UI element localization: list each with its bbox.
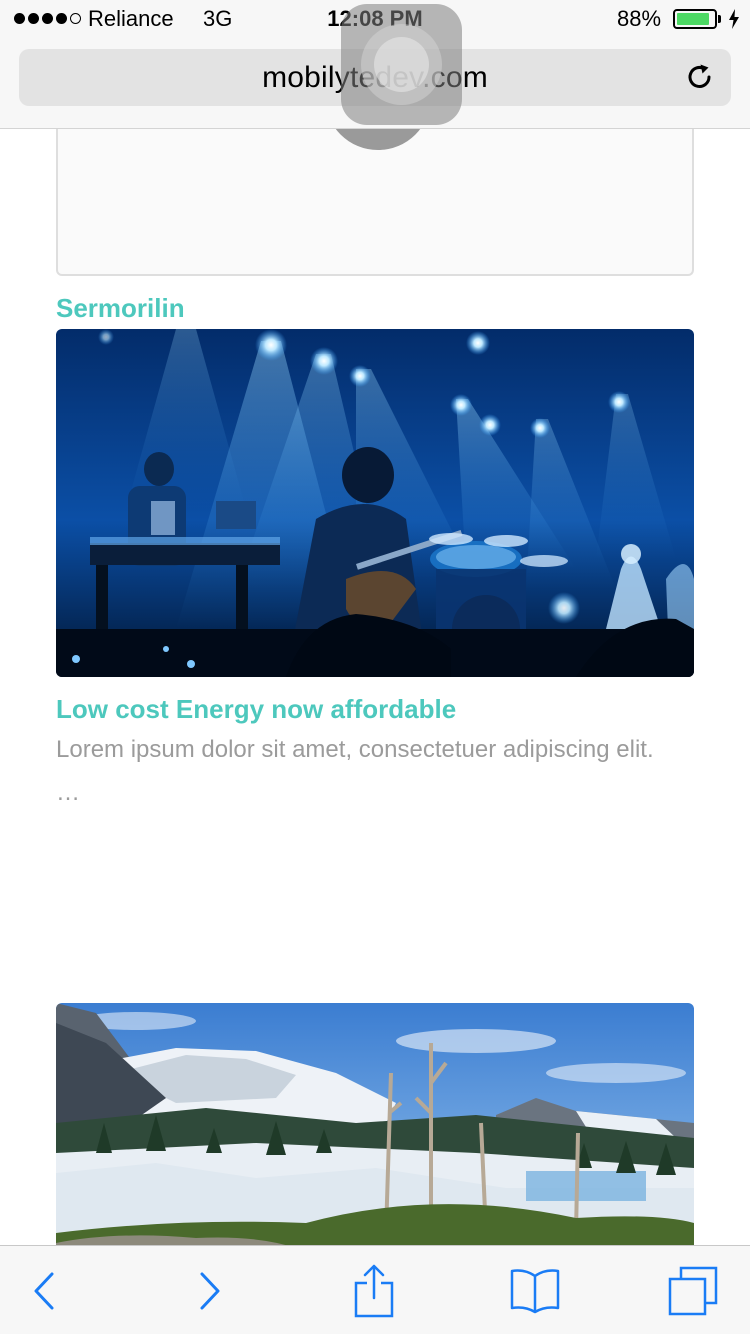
battery-icon [673,9,717,29]
bottom-toolbar [0,1245,750,1334]
share-icon [354,1264,394,1317]
snowy-mountain-photo[interactable] [56,1003,694,1263]
concert-photo[interactable] [56,329,694,677]
bookmarks-icon [510,1268,560,1313]
mobile-safari-page: Reliance 3G 12:08 PM 88% mobilytedev.com [0,0,750,1334]
tabs-button[interactable] [663,1246,723,1334]
back-icon [34,1272,54,1309]
back-button[interactable] [14,1246,74,1334]
mountain-image-graphic [56,1003,694,1263]
battery-percent: 88% [617,6,662,31]
article-excerpt: Lorem ipsum dolor sit amet, consectetuer… [56,736,654,763]
share-button[interactable] [344,1246,404,1334]
reload-icon[interactable] [685,62,715,92]
assistive-touch-button[interactable] [341,4,462,125]
concert-image-graphic [56,329,694,677]
forward-icon [200,1272,220,1309]
bookmarks-button[interactable] [505,1246,565,1334]
battery-nub [718,15,721,23]
battery-fill [677,13,709,25]
forward-button[interactable] [180,1246,240,1334]
charging-bolt-icon [729,9,739,29]
section-title[interactable]: Sermorilin [56,293,185,324]
tabs-icon [668,1266,718,1315]
article-title[interactable]: Low cost Energy now affordable [56,694,456,725]
article-ellipsis: … [56,779,80,806]
